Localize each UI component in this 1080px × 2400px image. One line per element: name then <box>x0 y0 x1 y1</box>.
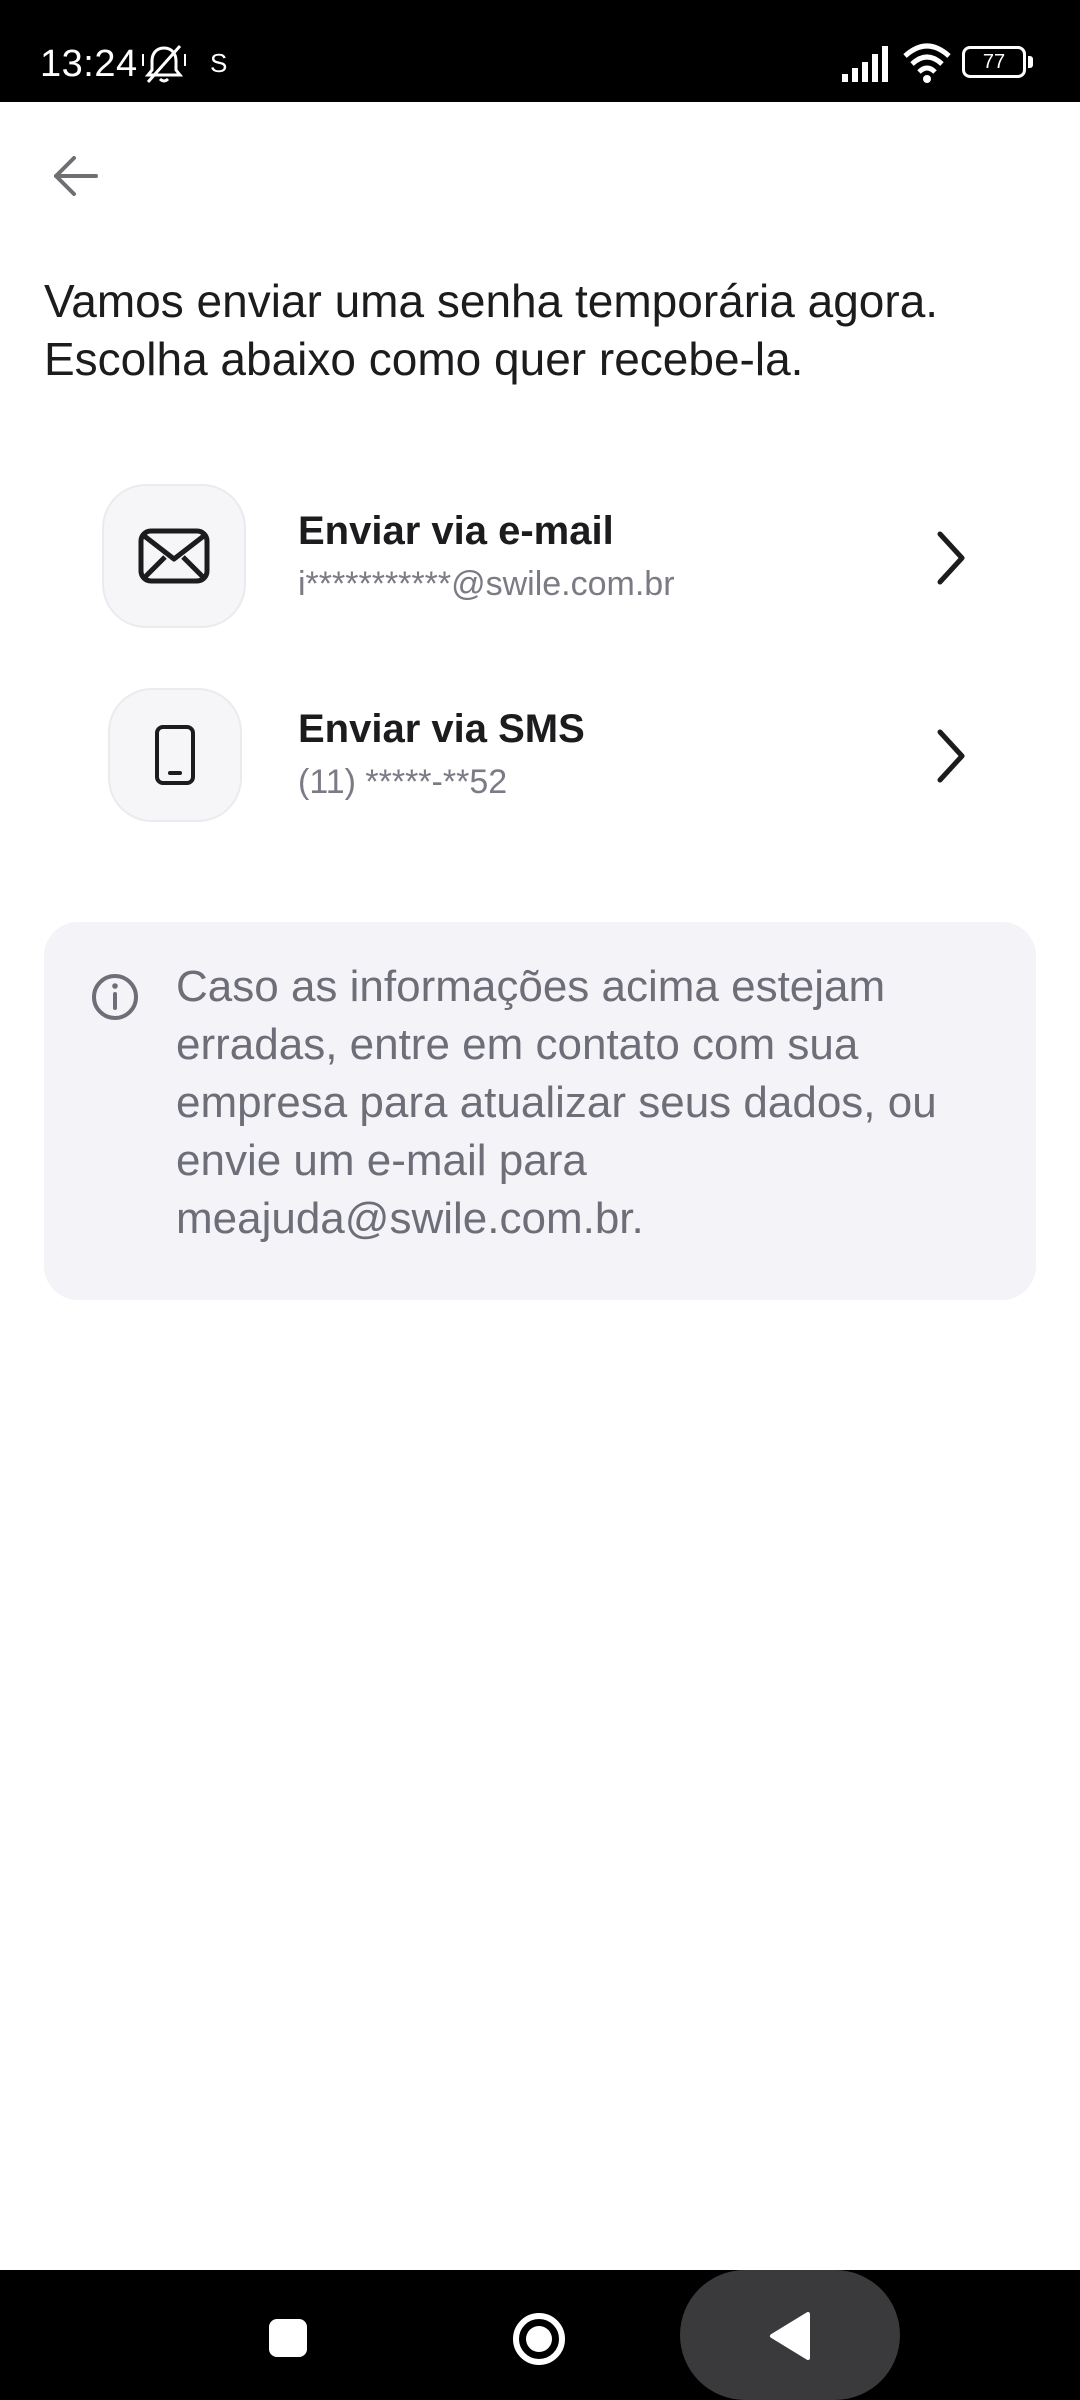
info-text: Caso as informações acima estejam errada… <box>176 962 937 1243</box>
signal-icon <box>840 44 892 84</box>
home-icon[interactable] <box>510 2310 568 2368</box>
status-time: 13:24 <box>40 43 138 85</box>
email-icon-box <box>102 484 246 628</box>
battery-icon: 77 <box>962 46 1034 80</box>
status-carrier: S <box>210 48 228 78</box>
phone-icon <box>155 725 195 785</box>
send-via-email-option[interactable]: Enviar via e-mail i***********@swile.com… <box>96 478 996 638</box>
mute-bell-icon <box>140 40 188 88</box>
email-option-subtitle: i***********@swile.com.br <box>298 565 675 603</box>
info-icon <box>92 974 138 1020</box>
sms-icon-box <box>108 688 242 822</box>
sms-option-title: Enviar via SMS <box>298 707 585 751</box>
battery-tip <box>1028 56 1033 68</box>
info-box: Caso as informações acima estejam errada… <box>44 922 1036 1300</box>
sms-option-subtitle: (11) *****-**52 <box>298 763 508 801</box>
status-bar: 13:24 S 77 <box>0 0 1080 102</box>
battery-level: 77 <box>982 51 1006 73</box>
chevron-right-icon <box>937 729 965 783</box>
email-option-title: Enviar via e-mail <box>298 509 614 553</box>
back-button[interactable] <box>40 140 112 212</box>
wifi-icon <box>902 42 952 84</box>
arrow-left-icon <box>54 156 98 196</box>
chevron-right-icon <box>937 531 965 585</box>
envelope-icon <box>138 528 210 584</box>
send-via-sms-option[interactable]: Enviar via SMS (11) *****-**52 <box>96 680 996 840</box>
recent-apps-icon[interactable] <box>266 2316 310 2360</box>
nav-back-button[interactable] <box>680 2270 900 2400</box>
intro-text: Vamos enviar uma senha temporária agora.… <box>44 275 939 385</box>
back-icon <box>770 2312 810 2360</box>
system-nav-bar <box>0 2270 1080 2400</box>
